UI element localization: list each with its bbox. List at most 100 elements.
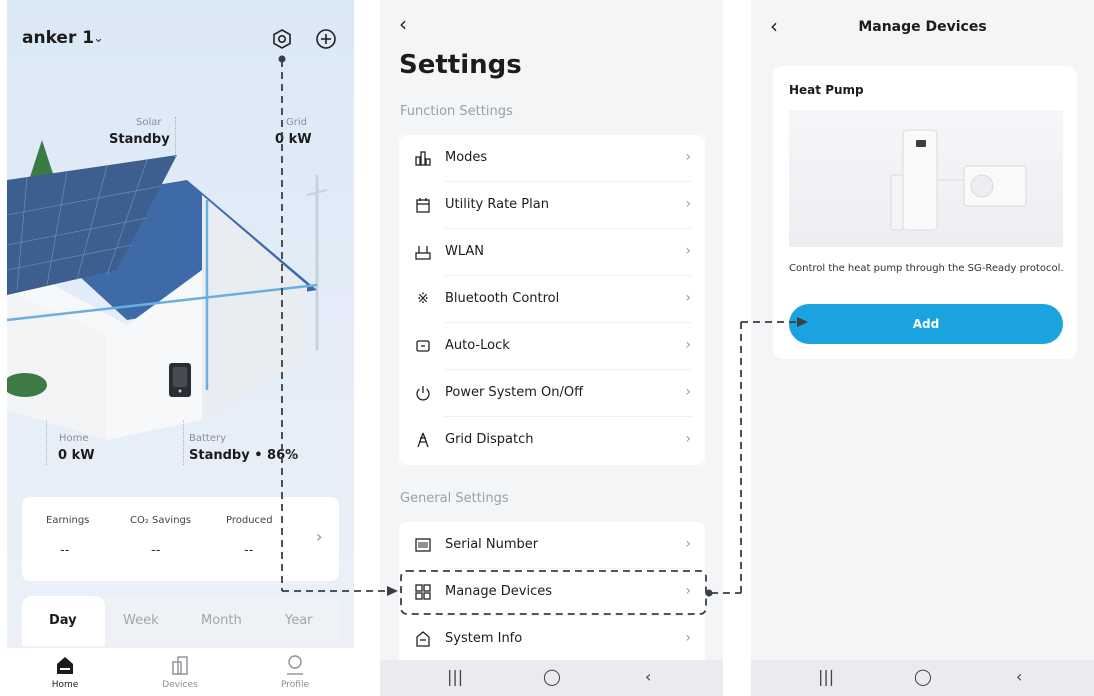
general-settings-card: Serial Number › Manage Devices › System … [399, 522, 705, 672]
nav-home[interactable]: Home [35, 654, 95, 690]
settings-item-label: Grid Dispatch [445, 432, 534, 447]
add-circle-icon[interactable] [315, 28, 337, 50]
settings-item-bluetooth-control[interactable]: ※ Bluetooth Control › [399, 276, 705, 323]
solar-value: Standby [109, 132, 170, 147]
settings-item-label: Modes [445, 150, 488, 165]
tab-day[interactable]: Day [49, 613, 77, 628]
home-connector-line [46, 420, 47, 465]
back-icon[interactable]: ‹ [1016, 667, 1022, 686]
calendar-icon [416, 198, 430, 213]
stats-card[interactable]: Earnings -- CO₂ Savings -- Produced -- › [22, 497, 339, 581]
chevron-right-icon: › [685, 630, 691, 646]
battery-connector-line [183, 420, 184, 465]
chevron-right-icon: › [685, 196, 691, 212]
produced-label: Produced [226, 515, 273, 526]
recent-apps-icon[interactable]: ||| [818, 667, 834, 686]
wlan-icon [415, 246, 431, 260]
solar-label: Solar [136, 117, 162, 128]
bluetooth-icon: ※ [417, 291, 429, 307]
settings-item-label: Power System On/Off [445, 385, 584, 400]
period-tabs: Day Week Month Year [22, 596, 339, 646]
earnings-value: -- [60, 543, 70, 558]
function-settings-title: Function Settings [400, 104, 513, 119]
modes-icon [415, 151, 431, 166]
co2-value: -- [151, 543, 161, 558]
home-header: anker 1 ⌄ [7, 0, 354, 80]
settings-screen: ‹ Settings Function Settings Modes › Uti… [380, 0, 723, 696]
back-icon[interactable]: ‹ [645, 667, 651, 686]
grid-value: 0 kW [275, 132, 312, 147]
add-button[interactable]: Add [789, 304, 1063, 344]
lock-screen-icon [416, 340, 430, 352]
system-nav-bar: ||| ◯ ‹ [380, 660, 723, 696]
home-circle-icon[interactable]: ◯ [543, 667, 561, 686]
grid-label: Grid [286, 117, 307, 128]
grid-apps-icon [415, 584, 431, 600]
house-illustration [7, 140, 328, 440]
nav-home-label: Home [51, 680, 79, 690]
solar-connector-line [175, 117, 176, 157]
grid-tower-icon [417, 432, 429, 448]
bottom-nav: Home Devices Profile [7, 648, 354, 696]
settings-item-label: Bluetooth Control [445, 291, 560, 306]
settings-item-utility-rate-plan[interactable]: Utility Rate Plan › [399, 182, 705, 229]
recent-apps-icon[interactable]: ||| [447, 667, 463, 686]
home-icon [57, 657, 73, 674]
general-settings-title: General Settings [400, 491, 509, 506]
battery-chevron-icon[interactable]: › [290, 449, 295, 463]
nav-devices-label: Devices [162, 680, 198, 690]
nav-profile-label: Profile [281, 680, 309, 690]
co2-label: CO₂ Savings [130, 515, 192, 526]
home-screen: anker 1 ⌄ Solar Standby Grid 0 kW Home 0… [7, 0, 354, 696]
site-name[interactable]: anker 1 [22, 28, 94, 48]
earnings-label: Earnings [46, 515, 90, 526]
tab-week[interactable]: Week [123, 613, 159, 628]
back-arrow-icon[interactable]: ‹ [399, 12, 407, 36]
house-info-icon [416, 631, 430, 647]
chevron-right-icon: › [685, 583, 691, 599]
settings-item-label: Auto-Lock [445, 338, 510, 353]
settings-item-label: Serial Number [445, 537, 539, 552]
page-title: Manage Devices [858, 19, 987, 35]
battery-value[interactable]: Standby • 86% [189, 448, 298, 463]
chevron-right-icon[interactable]: › [316, 527, 322, 546]
chevron-right-icon: › [685, 290, 691, 306]
settings-item-label: WLAN [445, 244, 485, 259]
function-settings-card: Modes › Utility Rate Plan › WLAN › ※ Blu… [399, 135, 705, 465]
settings-item-modes[interactable]: Modes › [399, 135, 705, 182]
settings-item-manage-devices[interactable]: Manage Devices › [399, 569, 705, 616]
tab-year[interactable]: Year [285, 613, 313, 628]
settings-hex-icon[interactable] [271, 28, 293, 50]
home-label: Home [59, 433, 89, 444]
chevron-right-icon: › [685, 337, 691, 353]
device-title: Heat Pump [789, 83, 864, 97]
battery-label: Battery [189, 433, 227, 444]
power-icon [416, 386, 430, 401]
settings-item-label: Utility Rate Plan [445, 197, 549, 212]
nav-profile[interactable]: Profile [265, 654, 325, 690]
profile-icon [287, 655, 303, 675]
manage-devices-screen: ‹ Manage Devices Heat Pump Control the h… [751, 0, 1094, 696]
heat-pump-image [789, 110, 1063, 247]
chevron-right-icon: › [685, 384, 691, 400]
chevron-right-icon: › [685, 149, 691, 165]
nav-devices[interactable]: Devices [150, 654, 210, 690]
settings-item-power-system[interactable]: Power System On/Off › [399, 370, 705, 417]
settings-item-system-info[interactable]: System Info › [399, 616, 705, 663]
page-title: Settings [399, 50, 522, 80]
settings-item-serial-number[interactable]: Serial Number › [399, 522, 705, 569]
settings-item-grid-dispatch[interactable]: Grid Dispatch › [399, 417, 705, 464]
system-nav-bar: ||| ◯ ‹ [751, 660, 1094, 696]
chevron-right-icon: › [685, 431, 691, 447]
chevron-down-icon[interactable]: ⌄ [93, 31, 104, 46]
device-description: Control the heat pump through the SG-Rea… [789, 263, 1064, 274]
chevron-right-icon: › [685, 243, 691, 259]
devices-icon [172, 656, 188, 675]
settings-item-label: System Info [445, 631, 523, 646]
settings-item-wlan[interactable]: WLAN › [399, 229, 705, 276]
settings-item-label: Manage Devices [445, 584, 553, 599]
home-circle-icon[interactable]: ◯ [914, 667, 932, 686]
tab-month[interactable]: Month [201, 613, 242, 628]
chevron-right-icon: › [685, 536, 691, 552]
settings-item-auto-lock[interactable]: Auto-Lock › [399, 323, 705, 370]
